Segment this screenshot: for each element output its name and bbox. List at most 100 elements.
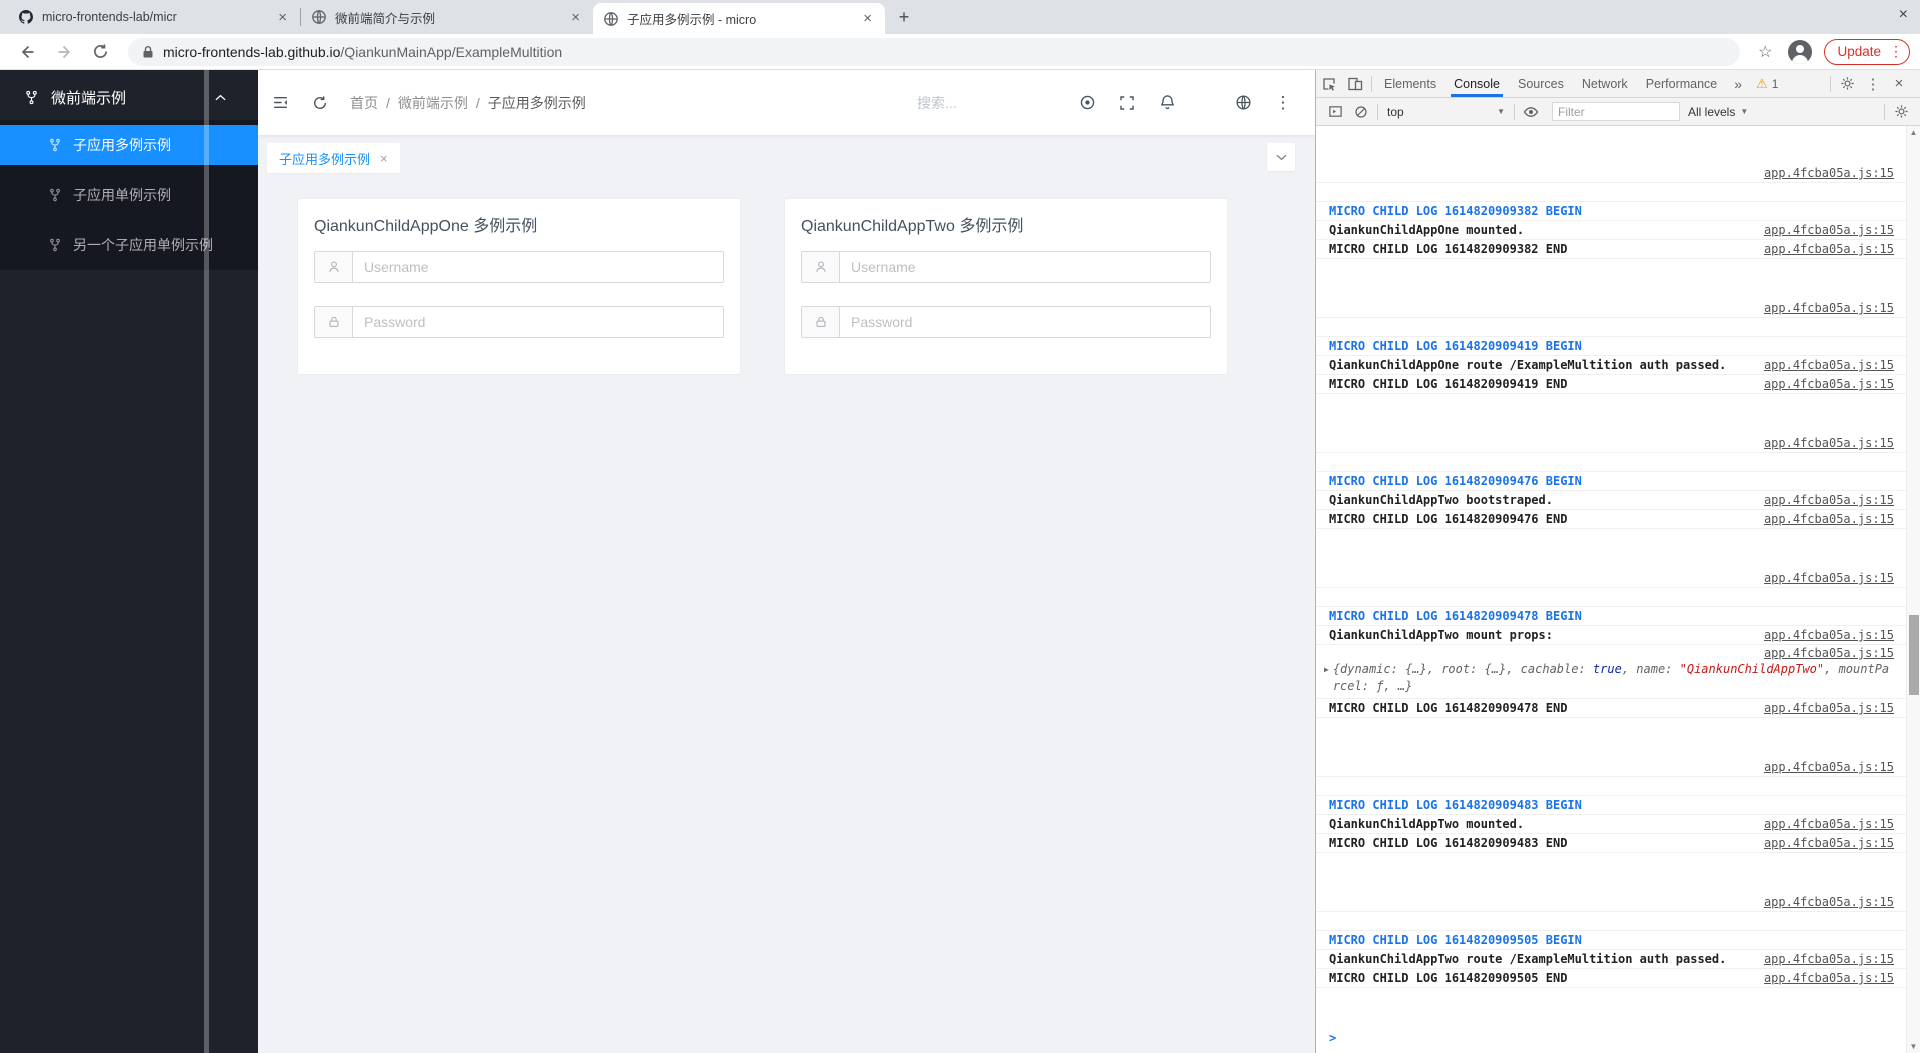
breadcrumb-group[interactable]: 微前端示例 (398, 93, 468, 113)
expand-triangle-icon[interactable]: ▶ (1322, 661, 1333, 678)
devtools-close-icon[interactable]: × (1886, 71, 1912, 97)
sidebar-group-micro-frontends[interactable]: 微前端示例 (0, 77, 258, 117)
source-link[interactable]: app.4fcba05a.js:15 (1764, 240, 1894, 258)
warning-badge[interactable]: ⚠ 1 (1756, 76, 1778, 92)
console-spacer (1316, 318, 1906, 336)
forward-button[interactable] (50, 38, 78, 66)
browser-tab-2[interactable]: 微前端简介与示例 × (301, 0, 593, 34)
bookmark-star-icon[interactable]: ☆ (1758, 42, 1772, 62)
sidebar-item-multi-instance[interactable]: 子应用多例示例 (0, 125, 258, 165)
source-link[interactable]: app.4fcba05a.js:15 (1764, 434, 1894, 452)
source-link[interactable]: app.4fcba05a.js:15 (1764, 356, 1894, 374)
inspect-element-icon[interactable] (1316, 71, 1342, 97)
devtools-tab-performance[interactable]: Performance (1637, 70, 1727, 97)
username-input[interactable] (352, 251, 724, 283)
source-link[interactable]: app.4fcba05a.js:15 (1764, 834, 1894, 852)
more-tabs-icon[interactable]: » (1726, 76, 1750, 92)
source-link[interactable]: app.4fcba05a.js:15 (1764, 375, 1894, 393)
back-button[interactable] (14, 38, 42, 66)
source-link[interactable]: app.4fcba05a.js:15 (1764, 626, 1894, 644)
devtools-tab-network[interactable]: Network (1573, 70, 1637, 97)
devtools-kebab-icon[interactable]: ⋮ (1860, 71, 1886, 97)
tab-close-icon[interactable]: × (568, 9, 583, 26)
url-bar[interactable]: micro-frontends-lab.github.io/QiankunMai… (128, 38, 1740, 66)
lock-icon (327, 315, 341, 329)
source-link[interactable]: app.4fcba05a.js:15 (1764, 950, 1894, 968)
source-link[interactable]: app.4fcba05a.js:15 (1764, 758, 1894, 776)
reload-button[interactable] (86, 38, 114, 66)
console-prompt[interactable]: > (1316, 1028, 1906, 1048)
password-input[interactable] (352, 306, 724, 338)
console-filter-input[interactable] (1553, 105, 1679, 119)
bell-icon[interactable] (1147, 83, 1187, 123)
header-search-input[interactable] (917, 95, 1067, 111)
devtools-tab-sources[interactable]: Sources (1509, 70, 1573, 97)
sidebar-item-single-instance[interactable]: 子应用单例示例 (0, 175, 258, 215)
console-row-begin: MICRO CHILD LOG 1614820909505 BEGIN (1316, 930, 1906, 950)
header-kebab-icon[interactable]: ⋮ (1263, 83, 1303, 123)
page-reload-icon[interactable] (300, 83, 340, 123)
breadcrumb-home[interactable]: 首页 (350, 93, 378, 113)
console-settings-gear-icon[interactable] (1888, 99, 1914, 125)
source-link[interactable]: app.4fcba05a.js:15 (1764, 893, 1894, 911)
browser-tab-strip: micro-frontends-lab/micr × 微前端简介与示例 × 子应… (0, 0, 1920, 34)
console-spacer (1316, 394, 1906, 434)
username-addon (801, 251, 839, 283)
browser-tab-3-active[interactable]: 子应用多例示例 - micro × (593, 3, 885, 34)
new-tab-button[interactable]: + (891, 4, 917, 30)
console-row-end: MICRO CHILD LOG 1614820909483 ENDapp.4fc… (1316, 834, 1906, 853)
url-path: /QiankunMainApp/ExampleMultition (340, 44, 562, 60)
fullscreen-icon[interactable] (1107, 83, 1147, 123)
log-levels-selector[interactable]: All levels ▼ (1688, 105, 1748, 119)
card-app-one: QiankunChildAppOne 多例示例 (297, 198, 741, 375)
scrollbar-thumb[interactable] (1909, 615, 1919, 695)
scroll-up-icon[interactable]: ▲ (1907, 128, 1920, 137)
record-icon[interactable] (1067, 83, 1107, 123)
source-link[interactable]: app.4fcba05a.js:15 (1764, 646, 1894, 660)
page-tab-close-icon[interactable]: × (380, 151, 388, 166)
fork-icon (48, 138, 62, 152)
chrome-update-button[interactable]: Update ⋮ (1824, 39, 1910, 65)
source-link[interactable]: app.4fcba05a.js:15 (1764, 699, 1894, 717)
object-preview[interactable]: {dynamic: {…}, root: {…}, cachable: true… (1333, 661, 1894, 695)
source-link[interactable]: app.4fcba05a.js:15 (1764, 221, 1894, 239)
devtools-settings-gear-icon[interactable] (1834, 71, 1860, 97)
console-row-begin: MICRO CHILD LOG 1614820909483 BEGIN (1316, 795, 1906, 815)
window-close-icon[interactable]: × (1899, 6, 1908, 24)
source-link[interactable]: app.4fcba05a.js:15 (1764, 299, 1894, 317)
console-row-link-only: app.4fcba05a.js:15 (1316, 164, 1906, 183)
devtools-tab-elements[interactable]: Elements (1375, 70, 1445, 97)
clear-console-icon[interactable] (1348, 99, 1374, 125)
username-input[interactable] (839, 251, 1211, 283)
menu-fold-icon[interactable] (260, 83, 300, 123)
tab-close-icon[interactable]: × (275, 9, 290, 26)
source-link[interactable]: app.4fcba05a.js:15 (1764, 510, 1894, 528)
live-expression-eye-icon[interactable] (1518, 99, 1544, 125)
tabbar-collapse-button[interactable] (1267, 143, 1295, 171)
chevron-up-icon[interactable] (215, 94, 226, 101)
source-link[interactable]: app.4fcba05a.js:15 (1764, 491, 1894, 509)
source-link[interactable]: app.4fcba05a.js:15 (1764, 815, 1894, 833)
context-selector[interactable]: top ▼ (1381, 105, 1511, 119)
console-sidebar-icon[interactable] (1322, 99, 1348, 125)
warning-icon: ⚠ (1756, 76, 1768, 92)
source-link[interactable]: app.4fcba05a.js:15 (1764, 164, 1894, 182)
scroll-down-icon[interactable]: ▼ (1907, 1042, 1920, 1051)
update-kebab-icon[interactable]: ⋮ (1889, 43, 1903, 60)
globe-icon[interactable] (1223, 83, 1263, 123)
device-toolbar-icon[interactable] (1342, 71, 1368, 97)
password-input[interactable] (839, 306, 1211, 338)
console-scrollbar[interactable]: ▲ ▼ (1906, 126, 1920, 1053)
source-link[interactable]: app.4fcba05a.js:15 (1764, 969, 1894, 987)
url-host: micro-frontends-lab.github.io (163, 44, 340, 60)
page-tab-bar: 子应用多例示例 × (258, 135, 1315, 181)
profile-avatar[interactable] (1788, 40, 1812, 64)
sidebar-item-another-single-instance[interactable]: 另一个子应用单例示例 (0, 225, 258, 265)
source-link[interactable]: app.4fcba05a.js:15 (1764, 569, 1894, 587)
devtools-tab-console[interactable]: Console (1445, 70, 1509, 97)
sidebar-item-label: 另一个子应用单例示例 (73, 235, 213, 255)
tab-close-icon[interactable]: × (860, 10, 875, 27)
browser-tab-1[interactable]: micro-frontends-lab/micr × (8, 0, 300, 34)
sidebar-scrollbar[interactable] (204, 70, 209, 1053)
page-tab-chip[interactable]: 子应用多例示例 × (267, 143, 400, 173)
